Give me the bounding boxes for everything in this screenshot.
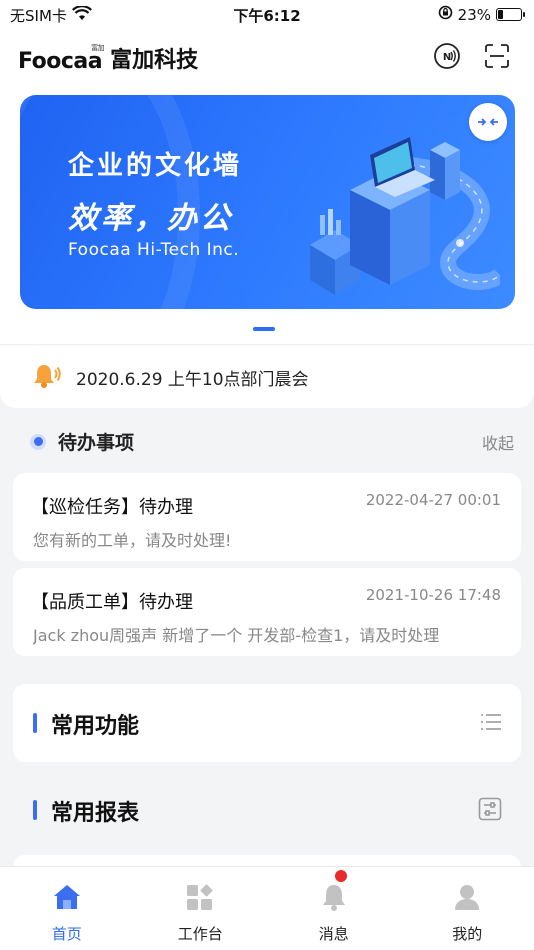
tab-home[interactable]: 首页 [0,867,134,950]
collapse-arrows-icon [478,118,498,126]
todo-card-title: 【品质工单】待办理 [31,592,193,613]
svg-text:N: N [443,52,451,63]
isometric-office-illustration [310,137,500,295]
section-accent-bar [33,800,37,820]
app-header: Foocaa 富加 富加科技 N [0,30,534,86]
message-badge [334,869,348,883]
todo-card-description: Jack zhou周强声 新增了一个 开发部-检查1，请及时处理 [33,626,440,645]
todo-card-date: 2021-10-26 17:48 [365,586,501,604]
common-functions-title: 常用功能 [51,714,140,739]
todo-section-header: 待办事项 [30,428,134,455]
announcement-bar[interactable]: 2020.6.29 上午10点部门晨会 [32,360,309,394]
carousel-indicator [253,327,275,331]
battery-percent: 23% [457,5,491,24]
divider [0,344,534,345]
logo-wordmark: Foocaa 富加 [18,44,105,74]
tab-profile[interactable]: 我的 [401,867,534,950]
tab-messages[interactable]: 消息 [267,867,401,950]
todo-card[interactable]: 【巡检任务】待办理 2022-04-27 00:01 您有新的工单，请及时处理! [13,473,521,561]
profile-icon [452,883,482,915]
todo-card[interactable]: 【品质工单】待办理 2021-10-26 17:48 Jack zhou周强声 … [13,568,521,656]
todo-collapse-link[interactable]: 收起 [482,430,514,454]
banner-line-1: 企业的文化墙 [68,151,243,181]
brand-logo: Foocaa 富加 富加科技 [18,42,198,74]
nfc-icon[interactable]: N [433,42,461,70]
tab-workbench[interactable]: 工作台 [134,867,268,950]
home-icon [52,883,82,915]
section-accent-bar [33,713,37,733]
todo-card-title: 【巡检任务】待办理 [31,497,193,518]
banner-line-2: 效率，办公 [68,201,233,236]
tab-label: 首页 [51,925,82,943]
app-title: 富加科技 [110,48,199,73]
bell-icon [319,883,349,915]
common-functions-panel[interactable]: 常用功能 [13,684,521,762]
banner-collapse-button[interactable] [469,103,507,141]
report-settings-icon[interactable] [478,797,502,825]
bottom-tab-bar: 首页 工作台 消息 我的 [0,866,534,950]
todo-section-title: 待办事项 [58,432,135,454]
scan-icon[interactable] [483,42,511,70]
battery-icon [496,8,525,21]
common-reports-title: 常用报表 [51,801,140,826]
banner-line-3: Foocaa Hi-Tech Inc. [68,240,240,260]
tab-label: 工作台 [177,925,223,943]
workbench-icon [185,883,215,915]
section-dot-icon [30,433,46,450]
todo-card-description: 您有新的工单，请及时处理! [33,531,232,550]
tab-label: 我的 [452,925,483,943]
todo-card-date: 2022-04-27 00:01 [365,491,501,509]
rotation-lock-icon [438,5,453,24]
tab-label: 消息 [318,925,349,943]
status-bar: 无SIM卡 下午6:12 23% [0,0,534,30]
speaker-bell-icon [32,361,62,393]
banner-carousel[interactable]: 企业的文化墙 效率，办公 Foocaa Hi-Tech Inc. [20,95,515,309]
list-icon[interactable] [480,713,502,735]
announcement-text: 2020.6.29 上午10点部门晨会 [76,369,309,390]
